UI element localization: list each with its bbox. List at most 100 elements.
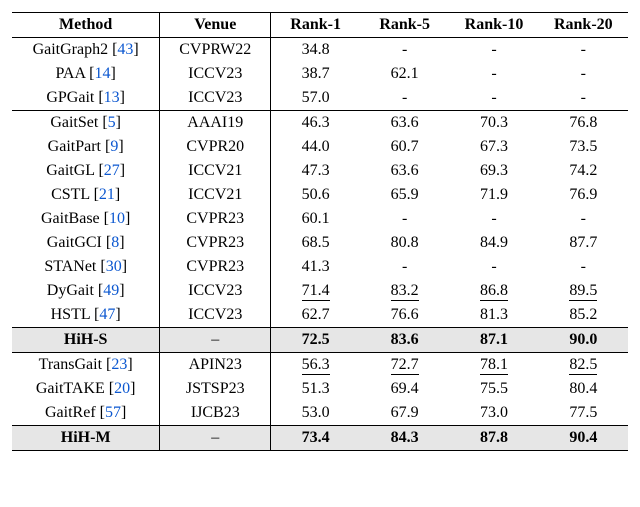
rank-cell: 90.4	[539, 426, 628, 451]
venue-cell: CVPR23	[160, 231, 271, 255]
table-row: GaitGL [27]ICCV2147.363.669.374.2	[12, 159, 628, 183]
citation-ref: 14	[94, 65, 110, 82]
citation-ref: 5	[108, 114, 116, 131]
citation-ref: 30	[106, 258, 122, 275]
table-row: GPGait [13]ICCV2357.0---	[12, 86, 628, 111]
method-cell: CSTL [21]	[12, 183, 160, 207]
rank-cell: 84.3	[360, 426, 449, 451]
rank-cell: 85.2	[539, 303, 628, 328]
venue-cell: JSTSP23	[160, 377, 271, 401]
table-row: GaitSet [5]AAAI1946.363.670.376.8	[12, 111, 628, 136]
rank-cell: 65.9	[360, 183, 449, 207]
table-row: DyGait [49]ICCV2371.483.286.889.5	[12, 279, 628, 303]
table-row: STANet [30]CVPR2341.3---	[12, 255, 628, 279]
table-row: CSTL [21]ICCV2150.665.971.976.9	[12, 183, 628, 207]
rank-cell: 57.0	[271, 86, 360, 111]
citation-ref: 8	[111, 234, 119, 251]
rank-cell: 86.8	[449, 279, 538, 303]
rank-cell: 69.4	[360, 377, 449, 401]
method-cell: GaitGL [27]	[12, 159, 160, 183]
table-row: GaitBase [10]CVPR2360.1---	[12, 207, 628, 231]
method-cell: GaitPart [9]	[12, 135, 160, 159]
venue-cell: ICCV23	[160, 62, 271, 86]
rank-cell: 60.7	[360, 135, 449, 159]
col-rank5: Rank-5	[360, 13, 449, 38]
method-cell: GaitGraph2 [43]	[12, 38, 160, 63]
table-row: PAA [14]ICCV2338.762.1--	[12, 62, 628, 86]
rank-cell: -	[539, 62, 628, 86]
table-row: HiH-S–72.583.687.190.0	[12, 328, 628, 353]
rank-cell: 76.6	[360, 303, 449, 328]
method-cell: HiH-M	[12, 426, 160, 451]
citation-ref: 10	[109, 210, 125, 227]
method-cell: HSTL [47]	[12, 303, 160, 328]
rank-cell: 72.7	[360, 353, 449, 378]
venue-cell: APIN23	[160, 353, 271, 378]
rank-cell: 77.5	[539, 401, 628, 426]
method-cell: GPGait [13]	[12, 86, 160, 111]
citation-ref: 47	[99, 306, 115, 323]
col-method: Method	[12, 13, 160, 38]
rank-cell: -	[539, 38, 628, 63]
rank-cell: -	[449, 38, 538, 63]
rank-cell: 71.9	[449, 183, 538, 207]
venue-cell: CVPR23	[160, 255, 271, 279]
venue-cell: –	[160, 328, 271, 353]
rank-cell: 44.0	[271, 135, 360, 159]
citation-ref: 49	[103, 282, 119, 299]
rank-cell: 38.7	[271, 62, 360, 86]
table-row: GaitGraph2 [43]CVPRW2234.8---	[12, 38, 628, 63]
venue-cell: CVPRW22	[160, 38, 271, 63]
rank-cell: 82.5	[539, 353, 628, 378]
rank-cell: 89.5	[539, 279, 628, 303]
rank-cell: 53.0	[271, 401, 360, 426]
rank-cell: 60.1	[271, 207, 360, 231]
citation-ref: 57	[105, 404, 121, 421]
col-venue: Venue	[160, 13, 271, 38]
header-row: Method Venue Rank-1 Rank-5 Rank-10 Rank-…	[12, 13, 628, 38]
venue-cell: ICCV23	[160, 303, 271, 328]
table-row: HiH-M–73.484.387.890.4	[12, 426, 628, 451]
rank-cell: -	[539, 255, 628, 279]
rank-cell: 87.7	[539, 231, 628, 255]
venue-cell: IJCB23	[160, 401, 271, 426]
method-cell: TransGait [23]	[12, 353, 160, 378]
rank-cell: 78.1	[449, 353, 538, 378]
col-rank20: Rank-20	[539, 13, 628, 38]
rank-cell: 68.5	[271, 231, 360, 255]
method-cell: STANet [30]	[12, 255, 160, 279]
method-cell: PAA [14]	[12, 62, 160, 86]
method-cell: GaitRef [57]	[12, 401, 160, 426]
venue-cell: –	[160, 426, 271, 451]
rank-cell: 67.9	[360, 401, 449, 426]
rank-cell: -	[360, 207, 449, 231]
rank-cell: 80.8	[360, 231, 449, 255]
rank-cell: 71.4	[271, 279, 360, 303]
rank-cell: -	[449, 207, 538, 231]
rank-cell: 67.3	[449, 135, 538, 159]
rank-cell: 83.6	[360, 328, 449, 353]
method-cell: GaitGCI [8]	[12, 231, 160, 255]
method-cell: GaitBase [10]	[12, 207, 160, 231]
rank-cell: 70.3	[449, 111, 538, 136]
rank-cell: 56.3	[271, 353, 360, 378]
rank-cell: -	[449, 86, 538, 111]
rank-cell: 47.3	[271, 159, 360, 183]
citation-ref: 23	[111, 356, 127, 373]
rank-cell: 72.5	[271, 328, 360, 353]
citation-ref: 20	[114, 380, 130, 397]
rank-cell: 62.1	[360, 62, 449, 86]
rank-cell: 63.6	[360, 111, 449, 136]
citation-ref: 13	[104, 89, 120, 106]
citation-ref: 43	[117, 41, 133, 58]
table-row: HSTL [47]ICCV2362.776.681.385.2	[12, 303, 628, 328]
method-cell: GaitSet [5]	[12, 111, 160, 136]
rank-cell: 51.3	[271, 377, 360, 401]
rank-cell: 74.2	[539, 159, 628, 183]
method-cell: GaitTAKE [20]	[12, 377, 160, 401]
rank-cell: 73.4	[271, 426, 360, 451]
rank-cell: 83.2	[360, 279, 449, 303]
rank-cell: 90.0	[539, 328, 628, 353]
venue-cell: CVPR20	[160, 135, 271, 159]
rank-cell: 75.5	[449, 377, 538, 401]
